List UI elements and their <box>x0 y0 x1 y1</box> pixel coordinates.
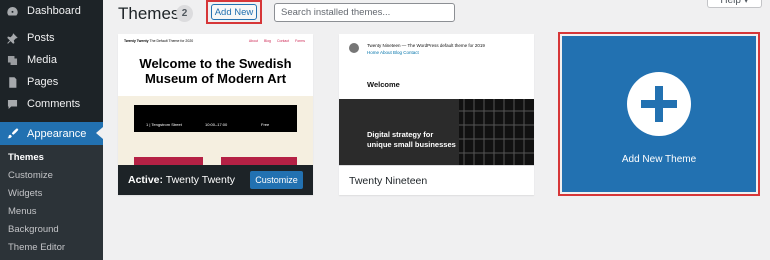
sidebar-item-media[interactable]: Media <box>0 49 103 71</box>
submenu-themes[interactable]: Themes <box>8 150 44 166</box>
help-tab-button[interactable]: Help ▾ <box>707 0 762 8</box>
active-theme-label: Active: Twenty Twenty <box>128 174 236 186</box>
preview-image-block <box>134 157 203 165</box>
submenu-menus[interactable]: Menus <box>8 204 37 220</box>
preview-info-bar: 1 | Tengstrom Street 10:00–17:00 Free <box>134 105 297 132</box>
plus-icon <box>627 72 691 136</box>
sidebar-item-label: Comments <box>27 98 81 110</box>
sidebar-item-comments[interactable]: Comments <box>0 93 103 115</box>
brush-icon <box>5 127 19 141</box>
submenu-theme-editor[interactable]: Theme Editor <box>8 240 65 256</box>
sidebar-item-label: Appearance <box>27 127 87 140</box>
sidebar-item-label: Media <box>27 54 57 66</box>
add-new-theme-card[interactable]: Add New Theme <box>562 36 756 192</box>
admin-sidebar: Dashboard Posts Media Pages Comments App… <box>0 0 103 260</box>
theme-footer: Twenty Nineteen <box>339 165 534 195</box>
preview-menu: Home About Blog Contact <box>367 50 419 55</box>
media-icon <box>5 53 19 67</box>
submenu-customize[interactable]: Customize <box>8 168 53 184</box>
add-new-theme-label: Add New Theme <box>621 154 697 165</box>
customize-button[interactable]: Customize <box>250 171 303 189</box>
submenu-widgets[interactable]: Widgets <box>8 186 42 202</box>
sidebar-item-posts[interactable]: Posts <box>0 27 103 49</box>
preview-info-hours: 10:00–17:00 <box>205 122 228 127</box>
sidebar-item-label: Pages <box>27 76 59 88</box>
theme-card-twenty-twenty[interactable]: Twenty Twenty The Default Theme for 2020… <box>118 34 313 195</box>
theme-card-twenty-nineteen[interactable]: Twenty Nineteen — The WordPress default … <box>339 34 534 195</box>
appearance-submenu: Themes Customize Widgets Menus Backgroun… <box>0 145 103 260</box>
sidebar-item-label: Dashboard <box>27 5 81 17</box>
pages-icon <box>5 75 19 89</box>
add-new-button[interactable]: Add New <box>211 4 257 20</box>
preview-menu: About Blog Contact Forms <box>248 39 305 43</box>
theme-name: Twenty Nineteen <box>349 174 428 187</box>
sidebar-item-appearance[interactable]: Appearance <box>0 122 103 145</box>
preview-site-name: Twenty Twenty The Default Theme for 2020 <box>124 39 194 43</box>
preview-site-name: Twenty Nineteen — The WordPress default … <box>367 43 485 48</box>
sidebar-item-pages[interactable]: Pages <box>0 71 103 93</box>
preview-tagline: Digital strategy for unique small busine… <box>367 130 456 149</box>
theme-screenshot[interactable]: Twenty Nineteen — The WordPress default … <box>339 34 534 165</box>
preview-image-block <box>221 157 297 165</box>
preview-logo-icon <box>349 43 359 53</box>
sidebar-item-label: Posts <box>27 32 55 44</box>
theme-screenshot[interactable]: Twenty Twenty The Default Theme for 2020… <box>118 34 313 165</box>
comments-icon <box>5 97 19 111</box>
page-title: Themes <box>118 4 180 23</box>
current-menu-arrow <box>96 127 103 139</box>
theme-count-badge: 2 <box>176 5 193 22</box>
preview-info-address: 1 | Tengstrom Street <box>146 122 182 127</box>
pin-icon <box>5 31 19 45</box>
dashboard-icon <box>5 4 19 18</box>
preview-dark-banner: Digital strategy for unique small busine… <box>339 99 534 165</box>
preview-welcome: Welcome <box>367 80 400 89</box>
preview-headline: Welcome to the Swedish Museum of Modern … <box>139 56 292 86</box>
search-themes-input[interactable]: Search installed themes... <box>274 3 455 22</box>
preview-info-price: Free <box>261 122 270 127</box>
theme-footer-active: Active: Twenty Twenty Customize <box>118 165 313 195</box>
sidebar-item-dashboard[interactable]: Dashboard <box>0 0 103 22</box>
submenu-background[interactable]: Background <box>8 222 59 238</box>
